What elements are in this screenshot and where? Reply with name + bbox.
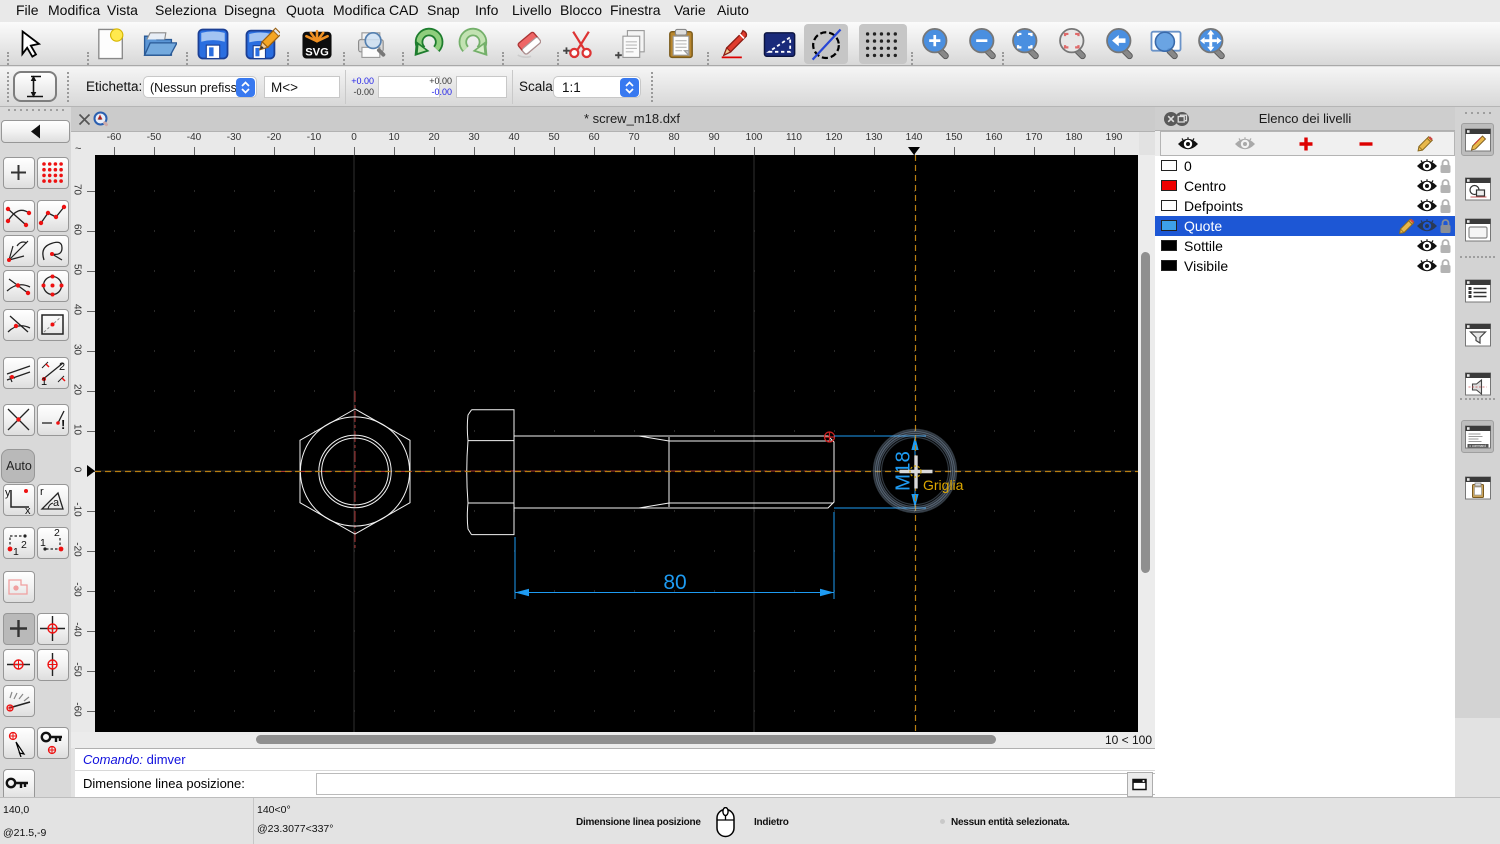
svg-text:2: 2	[21, 539, 27, 551]
svg-text:1: 1	[41, 376, 47, 387]
svg-text:80: 80	[663, 571, 686, 594]
svg-text:!: !	[61, 417, 65, 432]
svg-text:1: 1	[40, 537, 46, 549]
svg-text:x: x	[25, 505, 31, 514]
svg-text:SVG: SVG	[305, 47, 329, 59]
svg-text:r: r	[40, 486, 44, 498]
svg-text:y: y	[5, 487, 11, 499]
svg-text:2: 2	[59, 361, 65, 373]
svg-text:1: 1	[13, 546, 19, 557]
svg-text:a: a	[53, 497, 60, 509]
svg-text:c command: c command	[1469, 444, 1486, 448]
svg-text:Griglia: Griglia	[923, 477, 964, 493]
svg-text:2: 2	[54, 528, 60, 539]
